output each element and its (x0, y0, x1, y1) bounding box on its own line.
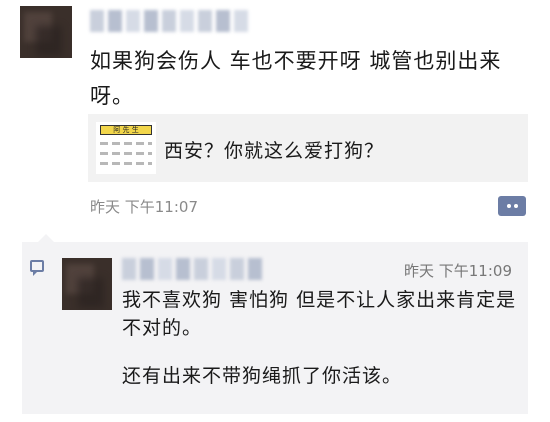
more-actions-button[interactable] (498, 196, 526, 216)
comment-pointer (38, 234, 54, 242)
comment-icon (30, 260, 44, 276)
link-thumbnail: 阿 先 生 (96, 122, 156, 174)
post-text: 如果狗会伤人 车也不要开呀 城管也别出来呀。 (90, 49, 502, 108)
dot-icon (506, 204, 511, 208)
poster-avatar[interactable] (20, 6, 72, 58)
comment-line: 还有出来不带狗绳抓了你活该。 (122, 365, 403, 387)
poster-name-blurred[interactable] (90, 10, 248, 32)
dot-icon (513, 204, 518, 208)
comment-text: 我不喜欢狗 害怕狗 但是不让人家出来肯定是不对的。 还有出来不带狗绳抓了你活该。 (122, 286, 522, 390)
link-title: 西安？你就这么爱打狗？ (164, 140, 385, 162)
shared-link-card[interactable]: 阿 先 生 西安？你就这么爱打狗？ (88, 114, 528, 182)
comment-section: 昨天 下午11:09 我不喜欢狗 害怕狗 但是不让人家出来肯定是不对的。 还有出… (22, 234, 528, 414)
commenter-avatar[interactable] (62, 258, 112, 310)
post-timestamp: 昨天 下午11:07 (90, 198, 198, 216)
comment-timestamp: 昨天 下午11:09 (404, 262, 512, 280)
comment-line: 我不喜欢狗 害怕狗 但是不让人家出来肯定是不对的。 (122, 289, 517, 339)
thumbnail-label: 阿 先 生 (100, 125, 152, 135)
commenter-name-blurred[interactable] (122, 258, 262, 280)
